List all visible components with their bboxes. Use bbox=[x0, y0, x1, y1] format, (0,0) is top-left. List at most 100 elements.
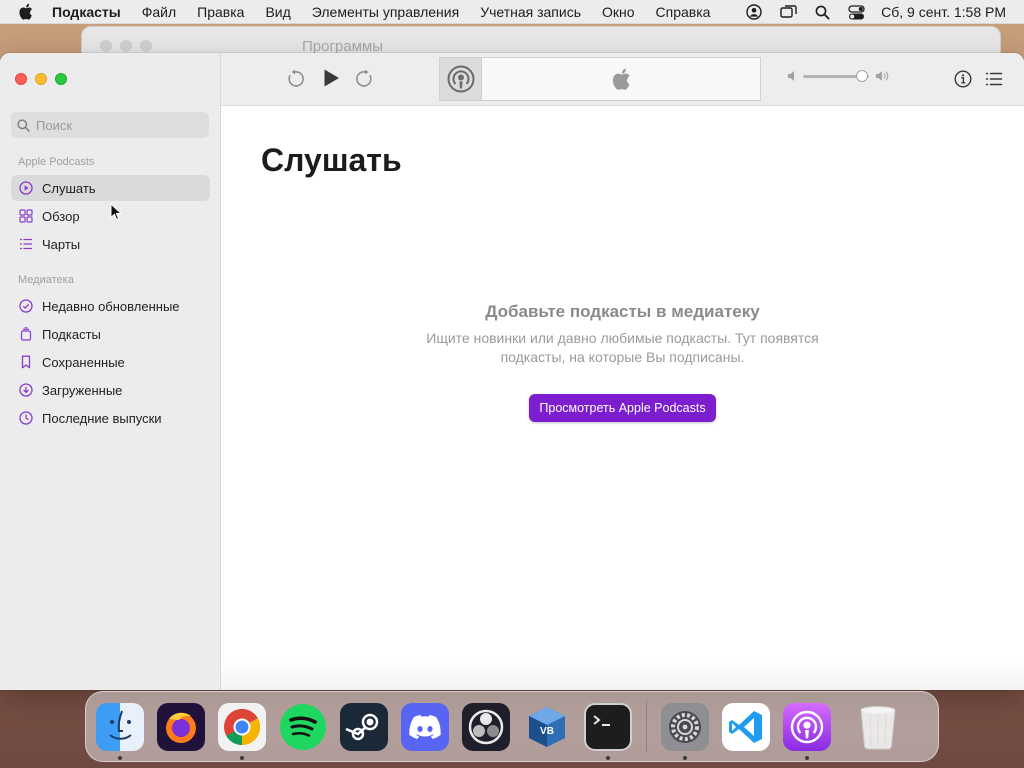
dock-spotify[interactable] bbox=[277, 701, 329, 753]
sidebar-item-downloaded[interactable]: Загруженные bbox=[11, 377, 210, 403]
menubar-clock[interactable]: Сб, 9 сент. 1:58 PM bbox=[881, 4, 1006, 20]
sidebar-item-label: Чарты bbox=[42, 236, 81, 252]
volume-high-icon bbox=[875, 70, 889, 82]
user-account-icon[interactable] bbox=[745, 3, 763, 21]
background-window-title: Программы bbox=[302, 37, 384, 55]
sidebar-item-latest-episodes[interactable]: Последние выпуски bbox=[11, 405, 210, 431]
menu-help[interactable]: Справка bbox=[656, 4, 711, 20]
menu-view[interactable]: Вид bbox=[265, 4, 290, 20]
sidebar-item-label: Последние выпуски bbox=[42, 410, 162, 426]
mouse-cursor-icon bbox=[110, 202, 123, 226]
bookmark-icon bbox=[18, 354, 34, 370]
sidebar-item-label: Сохраненные bbox=[42, 354, 125, 370]
dock-system-settings[interactable] bbox=[659, 701, 711, 760]
chrome-icon bbox=[218, 702, 266, 751]
virtualbox-icon: VB bbox=[523, 703, 571, 751]
section-title-library: Медиатека bbox=[18, 274, 74, 286]
steam-icon bbox=[340, 702, 388, 751]
running-indicator bbox=[118, 755, 122, 760]
zoom-window-button[interactable] bbox=[55, 73, 67, 85]
trash-icon bbox=[854, 703, 902, 751]
volume-low-icon bbox=[787, 70, 797, 82]
menu-file[interactable]: Файл bbox=[142, 4, 176, 20]
spotify-icon bbox=[279, 703, 327, 751]
minimize-window-button[interactable] bbox=[35, 73, 47, 85]
menu-podcasts[interactable]: Подкасты bbox=[52, 4, 121, 20]
dock-firefox[interactable] bbox=[155, 701, 207, 753]
search-input[interactable] bbox=[36, 117, 196, 133]
running-indicator bbox=[606, 755, 610, 760]
obs-icon bbox=[462, 702, 510, 751]
skip-forward-button[interactable] bbox=[355, 69, 375, 89]
vscode-icon bbox=[722, 702, 770, 751]
sidebar-item-charts[interactable]: Чарты bbox=[11, 231, 210, 257]
sidebar-item-label: Загруженные bbox=[42, 382, 123, 398]
dock: VB bbox=[85, 691, 939, 762]
podcasts-window: Apple Podcasts Слушать Обзор Чарты Медиа… bbox=[0, 53, 1024, 690]
terminal-icon bbox=[584, 702, 632, 751]
window-controls bbox=[15, 73, 67, 85]
finder-icon bbox=[96, 702, 144, 751]
dock-terminal[interactable] bbox=[582, 701, 634, 760]
dock-obs[interactable] bbox=[460, 701, 512, 753]
browse-apple-podcasts-button[interactable]: Просмотреть Apple Podcasts bbox=[529, 394, 716, 422]
menu-bar: Подкасты Файл Правка Вид Элементы управл… bbox=[0, 0, 1024, 24]
skip-back-button[interactable] bbox=[285, 69, 305, 89]
empty-state-description: Ищите новинки или давно любимые подкасты… bbox=[221, 329, 1024, 367]
clock-icon bbox=[18, 410, 34, 426]
running-indicator bbox=[805, 755, 809, 760]
sidebar-item-podcasts[interactable]: Подкасты bbox=[11, 321, 210, 347]
screen-mirroring-icon[interactable] bbox=[779, 3, 797, 21]
dock-steam[interactable] bbox=[338, 701, 390, 753]
now-playing-area bbox=[482, 58, 760, 100]
menu-account[interactable]: Учетная запись bbox=[480, 4, 581, 20]
dock-discord[interactable] bbox=[399, 701, 451, 753]
sidebar-item-saved[interactable]: Сохраненные bbox=[11, 349, 210, 375]
empty-state: Добавьте подкасты в медиатеку Ищите нови… bbox=[221, 302, 1024, 422]
podcasts-icon bbox=[440, 58, 482, 100]
discord-icon bbox=[401, 702, 449, 751]
firefox-icon bbox=[157, 702, 205, 751]
sidebar-item-label: Слушать bbox=[42, 180, 96, 196]
page-title: Слушать bbox=[261, 142, 402, 178]
sidebar-item-label: Подкасты bbox=[42, 326, 101, 342]
menu-controls[interactable]: Элементы управления bbox=[312, 4, 459, 20]
settings-icon bbox=[661, 702, 709, 751]
running-indicator bbox=[683, 755, 687, 760]
apple-menu-icon[interactable] bbox=[18, 3, 36, 20]
background-window-controls bbox=[100, 40, 152, 52]
play-button[interactable] bbox=[321, 68, 341, 88]
dock-vscode[interactable] bbox=[720, 701, 772, 753]
volume-slider[interactable] bbox=[803, 69, 869, 82]
volume-slider-knob[interactable] bbox=[856, 69, 869, 82]
play-circle-icon bbox=[18, 180, 34, 196]
dock-separator bbox=[646, 700, 647, 753]
dock-chrome[interactable] bbox=[216, 701, 268, 760]
sidebar-item-label: Обзор bbox=[42, 208, 80, 224]
grid-icon bbox=[18, 208, 34, 224]
menu-edit[interactable]: Правка bbox=[197, 4, 244, 20]
apple-logo-icon bbox=[611, 67, 631, 91]
podcast-stack-icon bbox=[18, 326, 34, 342]
search-field[interactable] bbox=[11, 112, 209, 138]
up-next-list-button[interactable] bbox=[985, 71, 1003, 87]
menu-window[interactable]: Окно bbox=[602, 4, 635, 20]
sidebar-item-recently-updated[interactable]: Недавно обновленные bbox=[11, 293, 210, 319]
sidebar-item-listen[interactable]: Слушать bbox=[11, 175, 210, 201]
check-circle-icon bbox=[18, 298, 34, 314]
now-playing-display[interactable] bbox=[439, 57, 761, 101]
dock-virtualbox[interactable]: VB bbox=[521, 701, 573, 753]
control-center-icon[interactable] bbox=[847, 3, 865, 21]
empty-state-description-line: Ищите новинки или давно любимые подкасты… bbox=[426, 330, 819, 346]
running-indicator bbox=[240, 755, 244, 760]
dock-podcasts[interactable] bbox=[781, 701, 833, 760]
toolbar bbox=[221, 53, 1024, 106]
download-circle-icon bbox=[18, 382, 34, 398]
dock-finder[interactable] bbox=[94, 701, 146, 760]
dock-trash[interactable] bbox=[852, 701, 904, 753]
sidebar-item-label: Недавно обновленные bbox=[42, 298, 180, 314]
info-button[interactable] bbox=[954, 70, 972, 88]
list-icon bbox=[18, 236, 34, 252]
spotlight-search-icon[interactable] bbox=[813, 3, 831, 21]
close-window-button[interactable] bbox=[15, 73, 27, 85]
